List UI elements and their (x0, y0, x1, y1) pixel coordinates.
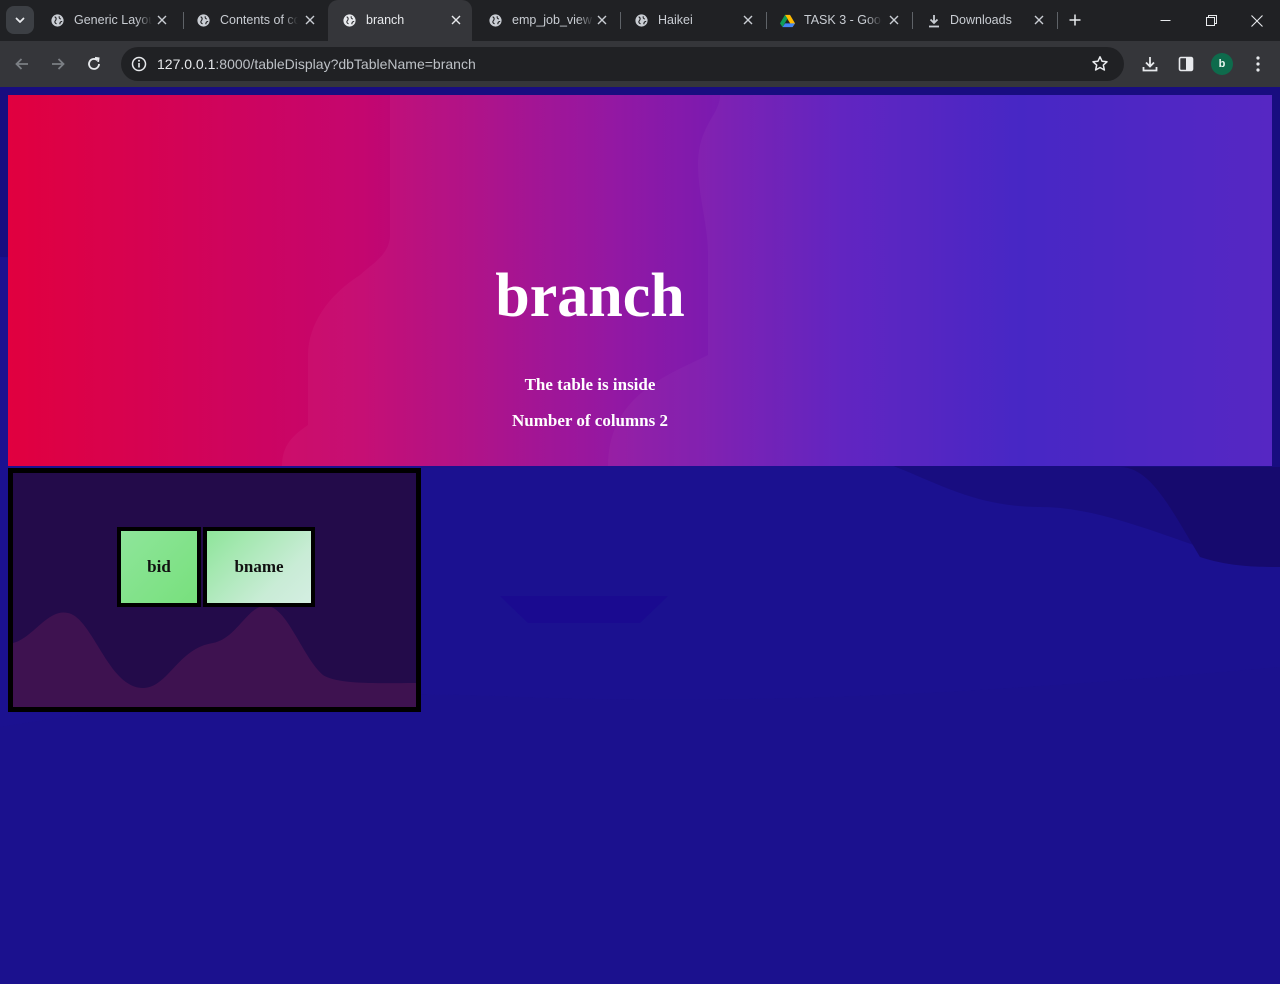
reload-icon (88, 56, 100, 70)
globe-icon (488, 13, 503, 28)
arrow-right-icon (52, 58, 65, 70)
bookmark-button[interactable] (1090, 54, 1110, 74)
reload-button[interactable] (80, 50, 108, 78)
restore-icon (1205, 15, 1217, 26)
close-icon[interactable] (154, 12, 170, 28)
tab-emp-job-view[interactable]: emp_job_view (474, 0, 620, 41)
column-header-cell: bid (117, 527, 201, 607)
tab-contents[interactable]: Contents of co (182, 0, 328, 41)
close-icon[interactable] (302, 12, 318, 28)
star-icon (1092, 56, 1108, 71)
tab-branch[interactable]: branch (328, 0, 472, 41)
tab-title: Downloads (950, 13, 1012, 27)
table-row: bid bname (117, 527, 315, 607)
side-panel-button[interactable] (1173, 51, 1199, 77)
tab-title: Haikei (658, 13, 693, 27)
tab-divider (1057, 12, 1058, 29)
close-icon (1251, 14, 1263, 27)
restore-button[interactable] (1188, 0, 1234, 41)
google-drive-icon (780, 13, 795, 28)
more-vertical-icon (1256, 56, 1260, 72)
columns-table: bid bname (115, 525, 317, 609)
downloads-button[interactable] (1137, 51, 1163, 77)
page-title: branch (495, 262, 685, 330)
tab-search-button[interactable] (6, 6, 34, 34)
tab-haikei[interactable]: Haikei (620, 0, 766, 41)
arrow-left-icon (15, 58, 28, 70)
chevron-down-icon (15, 17, 25, 23)
tab-title: branch (366, 13, 405, 27)
close-icon[interactable] (448, 12, 464, 28)
new-tab-button[interactable] (1064, 9, 1086, 31)
profile-avatar[interactable]: b (1211, 53, 1233, 75)
tab-strip: Generic Layout Contents of co branch emp… (0, 0, 1280, 41)
column-count-text: Number of columns 2 (512, 411, 668, 430)
globe-icon (342, 13, 357, 28)
tab-generic-layout[interactable]: Generic Layout (36, 0, 182, 41)
column-header-cell: bname (203, 527, 315, 607)
tab-title: emp_job_view (512, 13, 592, 27)
side-panel-icon (1178, 56, 1194, 72)
globe-icon (196, 13, 211, 28)
close-icon[interactable] (740, 12, 756, 28)
site-info-button[interactable] (127, 52, 151, 76)
minimize-button[interactable] (1142, 0, 1188, 41)
close-icon[interactable] (886, 12, 902, 28)
browser-toolbar: 127.0.0.1:8000/tableDisplay?dbTableName=… (0, 41, 1280, 87)
info-icon (131, 56, 147, 72)
plus-icon (1069, 14, 1081, 26)
download-icon (926, 13, 941, 28)
download-icon (1142, 57, 1158, 72)
menu-button[interactable] (1245, 51, 1271, 77)
tab-downloads[interactable]: Downloads (912, 0, 1058, 41)
page-viewport: branch The table is inside Number of col… (0, 87, 1280, 984)
globe-icon (50, 13, 65, 28)
url-path: :8000/tableDisplay?dbTableName=branch (215, 56, 476, 72)
page-subtitle: The table is inside (524, 375, 656, 394)
forward-button[interactable] (44, 50, 72, 78)
tab-task3[interactable]: TASK 3 - Goog (766, 0, 912, 41)
hero-banner: branch The table is inside Number of col… (8, 95, 1272, 466)
url-host: 127.0.0.1 (157, 56, 216, 72)
tab-title: TASK 3 - Goog (804, 13, 882, 27)
globe-icon (634, 13, 649, 28)
close-icon[interactable] (594, 12, 610, 28)
minimize-icon (1160, 20, 1170, 21)
close-window-button[interactable] (1234, 0, 1280, 41)
address-bar[interactable]: 127.0.0.1:8000/tableDisplay?dbTableName=… (121, 47, 1124, 81)
close-icon[interactable] (1031, 12, 1047, 28)
tab-title: Contents of co (220, 13, 298, 27)
tab-title: Generic Layout (74, 13, 152, 27)
table-card: bid bname (8, 468, 421, 712)
back-button[interactable] (8, 50, 36, 78)
url-text[interactable]: 127.0.0.1:8000/tableDisplay?dbTableName=… (157, 56, 476, 72)
